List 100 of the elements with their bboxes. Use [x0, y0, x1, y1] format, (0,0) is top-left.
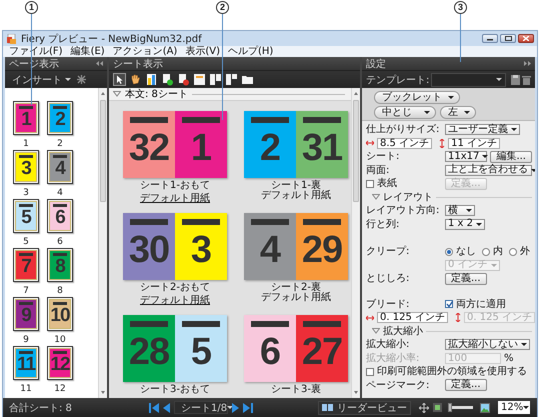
callout-number: 2 — [216, 1, 229, 14]
maximize-button[interactable] — [500, 34, 516, 43]
radio-button[interactable] — [509, 248, 517, 256]
skip-to-start-icon[interactable] — [149, 402, 159, 412]
move-arrows-icon[interactable] — [419, 402, 429, 412]
radio-label: 内 — [493, 246, 503, 258]
hand-icon[interactable] — [129, 73, 142, 86]
checkbox[interactable] — [366, 180, 374, 188]
dropdown[interactable]: 横 — [445, 205, 475, 216]
menu-item[interactable]: 編集(E) — [70, 46, 105, 57]
caret-icon — [65, 78, 71, 81]
scrollbar[interactable] — [98, 88, 107, 398]
settings-button[interactable]: 定義... — [445, 272, 487, 285]
field-label: テンプレート: — [366, 74, 430, 86]
page-number: 4 — [55, 158, 65, 180]
caret-icon — [464, 111, 470, 114]
trash-icon[interactable] — [522, 74, 531, 84]
sheet-caption: シート3-おもて — [140, 385, 210, 395]
save-icon[interactable] — [511, 74, 520, 84]
scrollbar[interactable] — [351, 88, 360, 398]
pointer-icon[interactable] — [113, 73, 126, 86]
booklet-type-dropdown[interactable]: ブックレット — [374, 91, 460, 104]
sheet-page[interactable]: 2 — [244, 111, 296, 178]
sheet-page[interactable]: 3 — [175, 213, 227, 280]
radio-button[interactable] — [445, 248, 453, 256]
zoom-dropdown[interactable]: 12% — [498, 401, 530, 414]
sheet-page[interactable]: 32 — [123, 111, 175, 178]
radio-button[interactable] — [482, 248, 490, 256]
folder-icon[interactable] — [241, 73, 254, 86]
sheet-page[interactable]: 28 — [123, 315, 175, 382]
caret-icon — [523, 406, 530, 409]
triangle-icon[interactable] — [372, 194, 380, 200]
zoom-slider[interactable] — [449, 406, 473, 409]
split-page-icon[interactable] — [209, 73, 222, 86]
field-label: レイアウト方向: — [366, 205, 440, 216]
fit-icon[interactable] — [433, 403, 442, 412]
edge-dropdown[interactable]: 左 — [440, 106, 476, 119]
sheet-page[interactable]: 5 — [175, 315, 227, 382]
page-minus-icon[interactable] — [177, 73, 190, 86]
checkbox[interactable] — [366, 368, 374, 376]
sheet-page[interactable]: 29 — [296, 213, 348, 280]
page-icon[interactable] — [193, 73, 206, 86]
triangle-right-icon[interactable] — [231, 402, 240, 412]
star-icon[interactable] — [77, 75, 86, 84]
sheet-page[interactable]: 6 — [244, 315, 296, 382]
dropdown[interactable]: 上と上を合わせる — [445, 164, 532, 176]
sheet-page[interactable]: 31 — [296, 111, 348, 178]
triangle-icon[interactable] — [372, 328, 380, 334]
page-thumbnail[interactable]: 2 — [49, 103, 71, 133]
triangle-left-icon[interactable] — [162, 402, 171, 412]
paper-label: デフォルト用紙 — [261, 293, 331, 303]
page-plus-icon[interactable] — [161, 73, 174, 86]
page-thumbnail[interactable]: 11 — [15, 348, 37, 378]
page-thumbnail[interactable]: 4 — [49, 152, 71, 182]
page-label: 11 — [20, 384, 32, 394]
field-label: 拡大縮小率: — [366, 352, 420, 364]
page-number: 7 — [21, 256, 31, 278]
split-page-icon[interactable] — [225, 73, 238, 86]
settings-button[interactable]: 定義... — [445, 379, 487, 392]
sheet-caption: シート2-裏 — [271, 283, 321, 293]
page-thumbnail[interactable]: 5 — [15, 201, 37, 231]
expand-panel-icon[interactable] — [524, 61, 531, 66]
page-label: 7 — [23, 286, 29, 296]
menu-item[interactable]: ヘルプ(H) — [228, 46, 274, 57]
page-number: 3 — [21, 158, 31, 180]
reader-view-button[interactable]: リーダービュー — [318, 400, 411, 414]
caret-icon — [482, 155, 488, 158]
text-field[interactable]: 8.5 インチ — [377, 138, 432, 149]
paper-link[interactable]: デフォルト用紙 — [140, 194, 210, 204]
close-button[interactable] — [518, 34, 534, 43]
dropdown[interactable]: 11x17 — [445, 151, 488, 162]
text-field[interactable]: 0. 125 インチ — [377, 312, 448, 324]
page-thumbnail[interactable]: 6 — [49, 201, 71, 231]
slider-thumb[interactable] — [448, 403, 452, 412]
dropdown[interactable]: 1 x 2 — [445, 218, 485, 230]
settings-button[interactable]: 編集... — [490, 150, 532, 163]
sheet-page[interactable]: 4 — [244, 213, 296, 280]
menu-item[interactable]: 表示(V) — [185, 46, 220, 57]
dropdown[interactable]: ユーザー定義 — [445, 124, 520, 136]
triangle-icon[interactable] — [113, 91, 121, 97]
page-thumbnail[interactable]: 3 — [15, 152, 37, 182]
page-thumbnail[interactable]: 10 — [49, 299, 71, 329]
binding-dropdown[interactable]: 中とじ — [374, 106, 436, 119]
sheet-caption: シート3-裏 — [271, 385, 321, 395]
caret-icon — [511, 128, 517, 132]
maximize-icon — [504, 36, 512, 41]
unit-label: % — [504, 352, 514, 364]
minimize-button[interactable] — [482, 34, 498, 43]
paper-link[interactable]: デフォルト用紙 — [140, 296, 210, 306]
text-field[interactable]: 11 インチ — [448, 138, 500, 149]
sheet-page[interactable]: 30 — [123, 213, 175, 280]
menu-item[interactable]: アクション(A) — [112, 46, 178, 57]
skip-to-end-icon[interactable] — [243, 402, 253, 412]
page-thumbnail[interactable]: 8 — [49, 250, 71, 280]
sheet-caption: シート1-裏 — [271, 181, 321, 191]
checkbox[interactable] — [445, 300, 453, 308]
page-number: 1 — [21, 109, 31, 131]
image-icon[interactable] — [480, 402, 490, 412]
dropdown[interactable]: 拡大縮小しない — [445, 339, 530, 350]
collapse-panel-icon[interactable] — [96, 61, 103, 66]
